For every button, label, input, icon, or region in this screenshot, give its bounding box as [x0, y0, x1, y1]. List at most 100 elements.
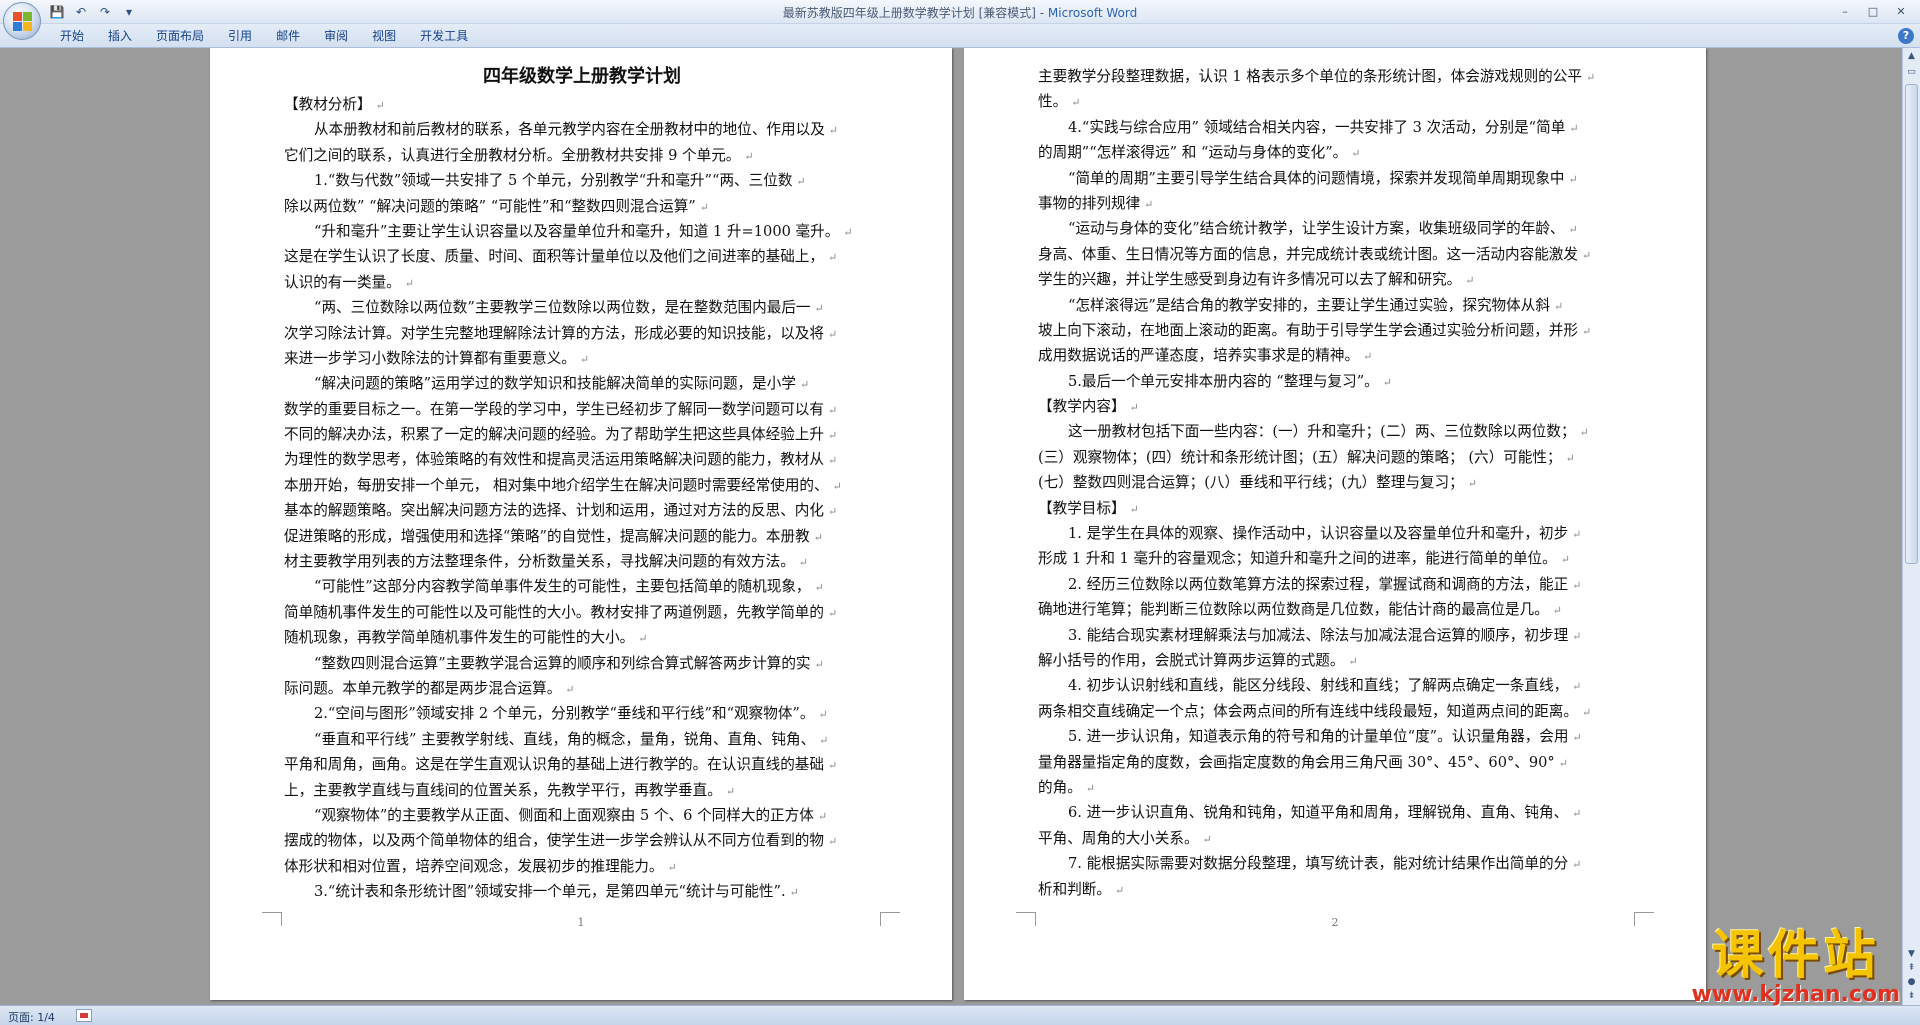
text-line[interactable]: 5. 进一步认识角，知道表示角的符号和角的计量单位“度”。认识量角器，会用 ↵ [1038, 724, 1634, 749]
text-line[interactable]: 坡上向下滚动，在地面上滚动的距离。有助于引导学生学会通过实验分析问题，并形 ↵ [1038, 318, 1634, 343]
text-line[interactable]: 7. 能根据实际需要对数据分段整理，填写统计表，能对统计结果作出简单的分 ↵ [1038, 851, 1634, 876]
text-line[interactable]: 的周期”“怎样滚得远” 和 “运动与身体的变化”。 ↵ [1038, 140, 1634, 165]
text-line[interactable]: 基本的解题策略。突出解决问题方法的选择、计划和运用，通过对方法的反思、内化 ↵ [284, 498, 880, 523]
tab-insert[interactable]: 插入 [96, 25, 144, 47]
text-line[interactable]: 这是在学生认识了长度、质量、时间、面积等计量单位以及他们之间进率的基础上， ↵ [284, 244, 880, 269]
browse-object-icon[interactable]: ● [1905, 976, 1918, 989]
text-line[interactable]: 平角和周角，画角。这是在学生直观认识角的基础上进行教学的。在认识直线的基础 ↵ [284, 752, 880, 777]
text-line[interactable]: 促进策略的形成，增强使用和选择“策略”的自觉性，提高解决问题的能力。本册教 ↵ [284, 524, 880, 549]
text-line[interactable]: 认识的有一类量。 ↵ [284, 270, 880, 295]
paragraph-mark-icon: ↵ [1572, 731, 1582, 745]
text-line[interactable]: 【教学目标】 ↵ [1038, 496, 1634, 521]
paragraph-mark-icon: ↵ [1565, 451, 1575, 465]
text-line[interactable]: “解决问题的策略”运用学过的数学知识和技能解决简单的实际问题，是小学 ↵ [284, 371, 880, 396]
language-icon[interactable] [76, 1009, 92, 1022]
line-text: 【教材分析】 [284, 96, 372, 113]
text-line[interactable]: “升和毫升”主要让学生认识容量以及容量单位升和毫升，知道 1 升=1000 毫升… [284, 219, 880, 244]
minimize-button[interactable]: – [1832, 2, 1858, 20]
text-line[interactable]: “垂直和平行线” 主要教学射线、直线，角的概念，量角，锐角、直角、钝角、 ↵ [284, 727, 880, 752]
text-line[interactable]: “怎样滚得远”是结合角的教学安排的，主要让学生通过实验，探究物体从斜 ↵ [1038, 293, 1634, 318]
line-text: 事物的排列规律 [1038, 194, 1141, 212]
text-line[interactable]: 4.“实践与综合应用” 领域结合相关内容，一共安排了 3 次活动，分别是“简单 ↵ [1038, 115, 1634, 140]
text-line[interactable]: 3.“统计表和条形统计图”领域安排一个单元，是第四单元“统计与可能性”. ↵ [284, 879, 880, 904]
scroll-down-icon[interactable]: ▼ [1905, 948, 1918, 961]
text-line[interactable]: 性。 ↵ [1038, 89, 1634, 114]
text-line[interactable]: 6. 进一步认识直角、锐角和钝角，知道平角和周角，理解锐角、直角、钝角、 ↵ [1038, 800, 1634, 825]
text-line[interactable]: 形成 1 升和 1 毫升的容量观念；知道升和毫升之间的进率，能进行简单的单位。 ↵ [1038, 546, 1634, 571]
text-line[interactable]: 这一册教材包括下面一些内容：(一）升和毫升；(二）两、三位数除以两位数； ↵ [1038, 419, 1634, 444]
line-text: 身高、体重、生日情况等方面的信息，并完成统计表或统计图。这一活动内容能激发 [1038, 245, 1578, 263]
close-button[interactable]: ✕ [1888, 2, 1914, 20]
tab-view[interactable]: 视图 [360, 25, 408, 47]
tab-developer[interactable]: 开发工具 [408, 25, 480, 47]
text-line[interactable]: 的角。 ↵ [1038, 775, 1634, 800]
text-line[interactable]: 4. 初步认识射线和直线，能区分线段、射线和直线；了解两点确定一条直线， ↵ [1038, 673, 1634, 698]
text-line[interactable]: 本册开始，每册安排一个单元， 相对集中地介绍学生在解决问题时需要经常使用的、 ↵ [284, 473, 880, 498]
text-line[interactable]: 主要教学分段整理数据，认识 1 格表示多个单位的条形统计图，体会游戏规则的公平 ↵ [1038, 64, 1634, 89]
text-line[interactable]: 摆成的物体，以及两个简单物体的组合，使学生进一步学会辨认从不同方位看到的物 ↵ [284, 828, 880, 853]
text-line[interactable]: “简单的周期”主要引导学生结合具体的问题情境，探索并发现简单周期现象中 ↵ [1038, 166, 1634, 191]
page-1-lines: 【教材分析】 ↵ 从本册教材和前后教材的联系，各单元教学内容在全册教材中的地位、作用… [284, 92, 880, 905]
help-icon[interactable]: ? [1898, 28, 1914, 44]
text-line[interactable]: “整数四则混合运算”主要教学混合运算的顺序和列综合算式解答两步计算的实 ↵ [284, 651, 880, 676]
page-1-content[interactable]: 四年级数学上册教学计划 【教材分析】 ↵ 从本册教材和前后教材的联系，各单元教学内容… [284, 62, 880, 905]
tab-page-layout[interactable]: 页面布局 [144, 25, 216, 47]
scroll-up-icon[interactable]: ▲ [1905, 50, 1918, 63]
text-line[interactable]: 两条相交直线确定一个点；体会两点间的所有连线中线段最短，知道两点间的距离。 ↵ [1038, 699, 1634, 724]
text-line[interactable]: (七）整数四则混合运算；(八）垂线和平行线；(九）整理与复习； ↵ [1038, 470, 1634, 495]
text-line[interactable]: (三）观察物体；(四）统计和条形统计图；(五）解决问题的策略； (六）可能性； ↵ [1038, 445, 1634, 470]
maximize-button[interactable]: □ [1860, 2, 1886, 20]
text-line[interactable]: 平角、周角的大小关系。 ↵ [1038, 826, 1634, 851]
text-line[interactable]: 事物的排列规律 ↵ [1038, 191, 1634, 216]
text-line[interactable]: 从本册教材和前后教材的联系，各单元教学内容在全册教材中的地位、作用以及 ↵ [284, 117, 880, 142]
text-line[interactable]: 数学的重要目标之一。在第一学段的学习中，学生已经初步了解同一数学问题可以有 ↵ [284, 397, 880, 422]
text-line[interactable]: 析和判断。 ↵ [1038, 877, 1634, 902]
page-2-content[interactable]: 主要教学分段整理数据，认识 1 格表示多个单位的条形统计图，体会游戏规则的公平 ↵… [1038, 64, 1634, 902]
text-line[interactable]: 简单随机事件发生的可能性以及可能性的大小。教材安排了两道例题，先教学简单的 ↵ [284, 600, 880, 625]
text-line[interactable]: “可能性”这部分内容教学简单事件发生的可能性，主要包括简单的随机现象， ↵ [284, 574, 880, 599]
text-line[interactable]: 量角器量指定角的度数，会画指定度数的角会用三角尺画 30°、45°、60°、90… [1038, 750, 1634, 775]
ruler-toggle-icon[interactable]: ▭ [1905, 66, 1918, 79]
previous-page-icon[interactable]: ⇞ [1905, 962, 1918, 975]
page-count-status[interactable]: 页面: 1/4 [8, 1009, 55, 1025]
text-line[interactable]: “观察物体”的主要教学从正面、侧面和上面观察由 5 个、6 个同样大的正方体 ↵ [284, 803, 880, 828]
text-line[interactable]: 解小括号的作用，会脱式计算两步运算的式题。 ↵ [1038, 648, 1634, 673]
text-line[interactable]: 1. 是学生在具体的观察、操作活动中，认识容量以及容量单位升和毫升，初步 ↵ [1038, 521, 1634, 546]
text-line[interactable]: “两、三位数除以两位数”主要教学三位数除以两位数，是在整数范围内最后一 ↵ [284, 295, 880, 320]
next-page-icon[interactable]: ⇟ [1905, 990, 1918, 1003]
text-line[interactable]: 材主要教学用列表的方法整理条件，分析数量关系，寻找解决问题的有效方法。 ↵ [284, 549, 880, 574]
text-line[interactable]: 随机现象，再教学简单随机事件发生的可能性的大小。 ↵ [284, 625, 880, 650]
text-line[interactable]: 来进一步学习小数除法的计算都有重要意义。 ↵ [284, 346, 880, 371]
tab-references[interactable]: 引用 [216, 25, 264, 47]
text-line[interactable]: 成用数据说话的严谨态度，培养实事求是的精神。 ↵ [1038, 343, 1634, 368]
text-line[interactable]: 3. 能结合现实素材理解乘法与加减法、除法与加减法混合运算的顺序，初步理 ↵ [1038, 623, 1634, 648]
text-line[interactable]: 学生的兴趣，并让学生感受到身边有许多情况可以去了解和研究。 ↵ [1038, 267, 1634, 292]
office-button[interactable] [3, 2, 41, 40]
text-line[interactable]: 上，主要教学直线与直线间的位置关系，先教学平行，再教学垂直。 ↵ [284, 778, 880, 803]
text-line[interactable]: 【教材分析】 ↵ [284, 92, 880, 117]
document-area[interactable]: 四年级数学上册教学计划 【教材分析】 ↵ 从本册教材和前后教材的联系，各单元教学内容… [0, 48, 1902, 1005]
text-line[interactable]: 除以两位数” “解决问题的策略” “可能性”和“整数四则混合运算” ↵ [284, 194, 880, 219]
text-line[interactable]: 身高、体重、生日情况等方面的信息，并完成统计表或统计图。这一活动内容能激发 ↵ [1038, 242, 1634, 267]
document-page-1[interactable]: 四年级数学上册教学计划 【教材分析】 ↵ 从本册教材和前后教材的联系，各单元教学内容… [210, 48, 952, 1000]
scrollbar-thumb[interactable] [1905, 84, 1918, 564]
text-line[interactable]: 际问题。本单元教学的都是两步混合运算。 ↵ [284, 676, 880, 701]
text-line[interactable]: 1.“数与代数”领域一共安排了 5 个单元，分别教学“升和毫升”“两、三位数 ↵ [284, 168, 880, 193]
text-line[interactable]: 不同的解决办法，积累了一定的解决问题的经验。为了帮助学生把这些具体经验上升 ↵ [284, 422, 880, 447]
document-page-2[interactable]: 主要教学分段整理数据，认识 1 格表示多个单位的条形统计图，体会游戏规则的公平 ↵… [964, 48, 1706, 1000]
tab-home[interactable]: 开始 [48, 25, 96, 47]
text-line[interactable]: 确地进行笔算；能判断三位数除以两位数商是几位数，能估计商的最高位是几。 ↵ [1038, 597, 1634, 622]
text-line[interactable]: 5.最后一个单元安排本册内容的 “整理与复习”。 ↵ [1038, 369, 1634, 394]
text-line[interactable]: 为理性的数学思考，体验策略的有效性和提高灵活运用策略解决问题的能力，教材从 ↵ [284, 447, 880, 472]
vertical-scrollbar[interactable]: ▲ ▭ ▼ ⇞ ● ⇟ [1902, 48, 1920, 1005]
text-line[interactable]: 【教学内容】 ↵ [1038, 394, 1634, 419]
text-line[interactable]: 2. 经历三位数除以两位数笔算方法的探索过程，掌握试商和调商的方法，能正 ↵ [1038, 572, 1634, 597]
text-line[interactable]: “运动与身体的变化”结合统计教学，让学生设计方案，收集班级同学的年龄、 ↵ [1038, 216, 1634, 241]
text-line[interactable]: 它们之间的联系，认真进行全册教材分析。全册教材共安排 9 个单元。 ↵ [284, 143, 880, 168]
tab-review[interactable]: 审阅 [312, 25, 360, 47]
tab-mailings[interactable]: 邮件 [264, 25, 312, 47]
paragraph-mark-icon: ↵ [744, 149, 754, 163]
text-line[interactable]: 次学习除法计算。对学生完整地理解除法计算的方法，形成必要的知识技能，以及将 ↵ [284, 321, 880, 346]
text-line[interactable]: 2.“空间与图形”领域安排 2 个单元，分别教学“垂线和平行线”和“观察物体”。… [284, 701, 880, 726]
text-line[interactable]: 体形状和相对位置，培养空间观念，发展初步的推理能力。 ↵ [284, 854, 880, 879]
